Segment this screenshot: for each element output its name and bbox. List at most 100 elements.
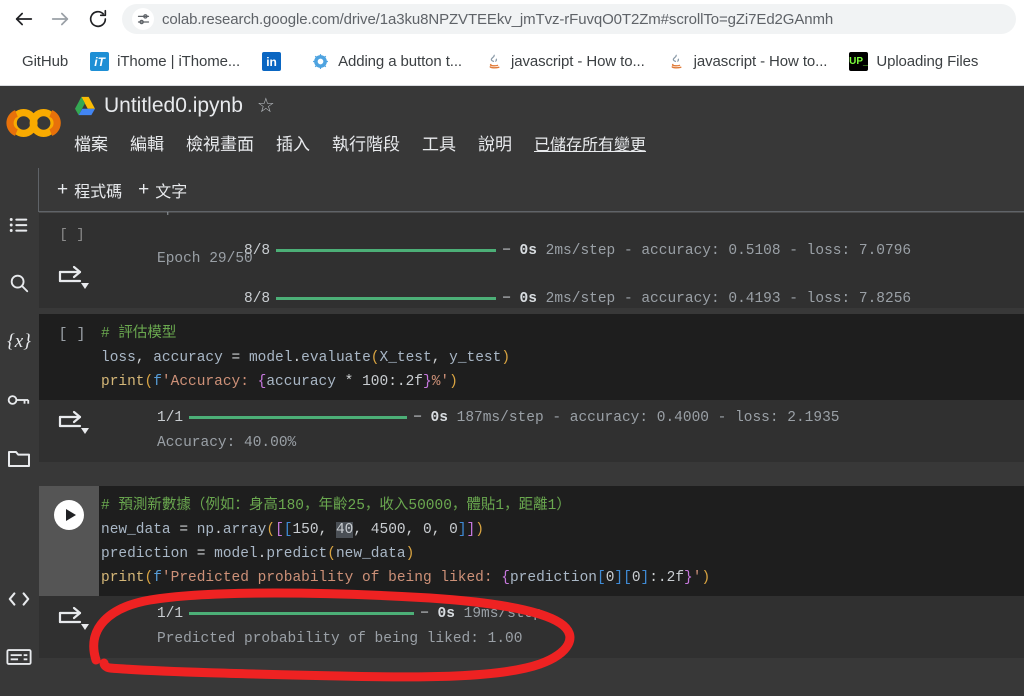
screenshot-root: colab.research.google.com/drive/1a3ku8NP… — [0, 0, 1024, 696]
code-cell-predict[interactable]: # 預測新數據（例如：身高180，年齡25，收入50000，體貼1，距離1） n… — [39, 486, 1024, 596]
elapsed-time: 0s — [519, 243, 537, 259]
colab-header: Untitled0.ipynb ☆ 檔案 編輯 檢視畫面 插入 執行階段 工具 … — [0, 86, 1024, 168]
code-line-predict: prediction = model.predict(new_data) — [101, 546, 415, 562]
java-glyph-icon — [671, 54, 682, 69]
steps-count: 1/1 — [157, 410, 184, 426]
code-line-comment: # 評估模型 — [101, 326, 177, 342]
address-bar[interactable]: colab.research.google.com/drive/1a3ku8NP… — [122, 4, 1016, 34]
menu-item-edit[interactable]: 編輯 — [130, 130, 164, 155]
progress-bar — [276, 248, 497, 252]
colab-logo — [6, 109, 61, 137]
menu-item-tools[interactable]: 工具 — [422, 130, 456, 155]
colab-cell-toolbar: + 程式碼 + 文字 — [38, 168, 1024, 212]
variables-button[interactable]: {x} — [0, 323, 38, 361]
notebook-title[interactable]: Untitled0.ipynb — [104, 94, 243, 118]
colab-left-rail: {x} — [0, 168, 38, 696]
bookmark-uploading-files[interactable]: UP_ Uploading Files — [849, 52, 978, 71]
add-code-cell-button[interactable]: + 程式碼 — [57, 178, 122, 202]
add-text-cell-button[interactable]: + 文字 — [138, 178, 187, 202]
secrets-key-icon — [7, 395, 30, 405]
elapsed-time: 0s — [519, 291, 537, 307]
metrics: 2ms/step - accuracy: 0.5108 - loss: 7.07… — [545, 243, 912, 259]
bookmark-label: iThome | iThome... — [117, 53, 241, 70]
add-text-cell-label: 文字 — [155, 183, 188, 201]
menu-item-file[interactable]: 檔案 — [74, 130, 108, 155]
dash: − — [413, 410, 431, 426]
files-folder-icon — [8, 451, 30, 467]
plus-icon: + — [57, 179, 69, 200]
variables-icon: {x} — [7, 331, 31, 352]
output-arrow-icon[interactable] — [55, 410, 91, 440]
training-output-block: [ ] Epoch 28/50 8/8 − 0s — [39, 212, 1024, 308]
metrics: 19ms/step — [463, 606, 542, 622]
run-cell-play-icon[interactable] — [54, 500, 84, 530]
colab-app: Untitled0.ipynb ☆ 檔案 編輯 檢視畫面 插入 執行階段 工具 … — [0, 86, 1024, 696]
clipped-epoch-line: Epoch 28/50 — [157, 212, 253, 217]
url-text: colab.research.google.com/drive/1a3ku8NP… — [162, 10, 834, 28]
output-accuracy-line: Accuracy: 40.00% — [157, 435, 297, 451]
terminal-button[interactable] — [0, 638, 38, 676]
up-terminal-icon: UP_ — [849, 52, 869, 71]
cell-run-gutter[interactable] — [39, 486, 99, 596]
so-glyph-icon — [313, 54, 328, 69]
steps-count: 8/8 — [244, 291, 271, 307]
bookmark-stackoverflow[interactable]: Adding a button t... — [311, 52, 462, 71]
save-status-label[interactable]: 已儲存所有變更 — [534, 131, 646, 155]
epoch-label: Epoch 29/50 — [157, 251, 253, 267]
linkedin-icon: in — [262, 52, 282, 71]
files-button[interactable] — [0, 440, 38, 478]
bookmark-javascript-1[interactable]: javascript - How to... — [484, 52, 645, 71]
code-cell-evaluate[interactable]: [ ] # 評估模型 loss, accuracy = model.evalua… — [39, 314, 1024, 400]
reload-button[interactable] — [80, 1, 116, 37]
stackoverflow-icon — [311, 52, 331, 71]
output-arrow-icon[interactable] — [55, 606, 91, 636]
bookmark-label: javascript - How to... — [693, 53, 828, 70]
output-arrow-glyph — [58, 410, 89, 434]
bookmark-ithome[interactable]: iT iThome | iThome... — [90, 52, 240, 71]
forward-button[interactable] — [42, 1, 78, 37]
cell-gutter: [ ] — [39, 314, 99, 400]
training-row-1: 8/8− 0s 2ms/step - accuracy: 0.5108 - lo… — [157, 227, 911, 275]
cell-source-predict[interactable]: # 預測新數據（例如：身高180，年齡25，收入50000，體貼1，距離1） n… — [101, 494, 710, 590]
code-snippets-icon — [8, 592, 30, 606]
browser-toolbar: colab.research.google.com/drive/1a3ku8NP… — [0, 0, 1024, 38]
menu-item-help[interactable]: 說明 — [478, 130, 512, 155]
terminal-icon — [6, 649, 32, 665]
arrow-left-icon — [15, 12, 33, 26]
java-glyph-icon — [489, 54, 499, 69]
colab-menubar: 檔案 編輯 檢視畫面 插入 執行階段 工具 說明 已儲存所有變更 — [74, 130, 646, 155]
bookmark-linkedin[interactable]: in — [262, 52, 289, 71]
bookmark-javascript-2[interactable]: javascript - How to... — [666, 52, 828, 71]
plus-icon: + — [138, 179, 150, 200]
secrets-button[interactable] — [0, 381, 38, 419]
notebook-scroll-area[interactable]: [ ] Epoch 28/50 8/8 − 0s — [39, 212, 1024, 696]
star-outline-icon[interactable]: ☆ — [257, 96, 275, 116]
menu-item-insert[interactable]: 插入 — [276, 130, 310, 155]
dash: − — [420, 606, 438, 622]
toc-button[interactable] — [0, 206, 38, 244]
output-prediction-line: Predicted probability of being liked: 1.… — [157, 631, 523, 647]
metrics-spacer — [537, 291, 546, 307]
java-icon — [484, 52, 503, 71]
cell-execution-bracket[interactable]: [ ] — [49, 326, 95, 343]
steps-count: 1/1 — [157, 606, 184, 622]
menu-item-view[interactable]: 檢視畫面 — [186, 130, 254, 155]
tune-icon — [137, 13, 149, 24]
menu-item-runtime[interactable]: 執行階段 — [332, 130, 400, 155]
metrics-text — [537, 243, 546, 259]
output-arrow-icon[interactable] — [55, 265, 91, 297]
site-settings-icon[interactable] — [132, 8, 154, 30]
cell-source-evaluate[interactable]: # 評估模型 loss, accuracy = model.evaluate(X… — [101, 322, 510, 394]
code-line-print: print(f'Predicted probability of being l… — [101, 570, 711, 586]
bookmark-label: Uploading Files — [876, 53, 979, 70]
code-snippets-button[interactable] — [0, 580, 38, 618]
back-button[interactable] — [6, 1, 42, 37]
table-of-contents-icon — [9, 218, 28, 232]
bookmark-github[interactable]: GitHub — [22, 53, 68, 70]
add-code-cell-label: 程式碼 — [74, 183, 123, 201]
bookmark-label: Adding a button t... — [338, 53, 462, 70]
bookmark-label: javascript - How to... — [511, 53, 645, 70]
cell-bracket[interactable]: [ ] — [49, 227, 95, 243]
search-button[interactable] — [0, 264, 38, 302]
